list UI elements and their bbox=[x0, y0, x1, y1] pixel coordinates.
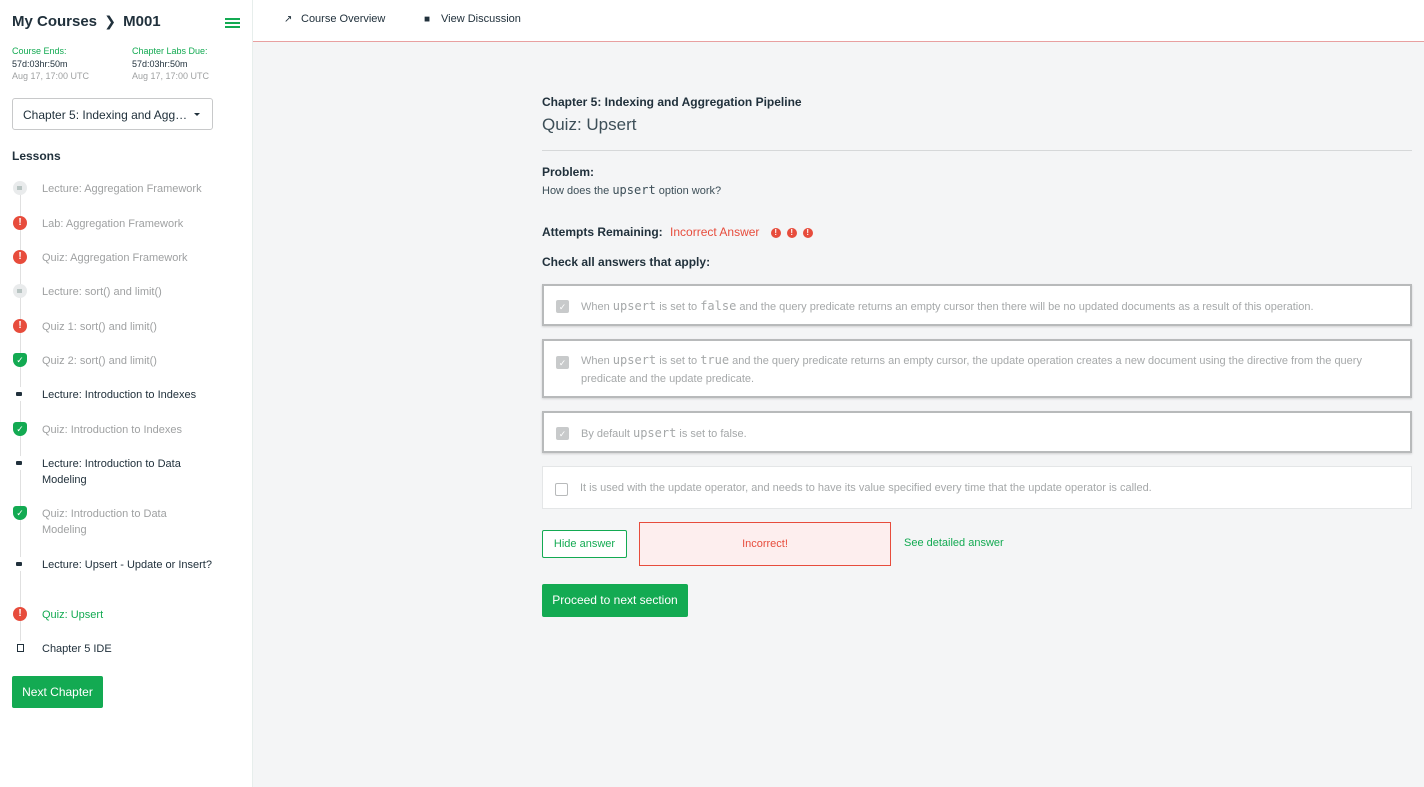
lesson-label: Lecture: sort() and limit() bbox=[42, 286, 162, 298]
answer-text-part: By default bbox=[581, 428, 633, 440]
check-all-instruction: Check all answers that apply: bbox=[542, 255, 711, 269]
answer-option[interactable]: ✓ When upsert is set to true and the quer… bbox=[542, 339, 1412, 398]
lesson-label: Quiz 2: sort() and limit() bbox=[42, 355, 157, 367]
problem-text-post: option work? bbox=[655, 185, 722, 197]
answer-code: upsert bbox=[612, 299, 657, 313]
checkbox[interactable] bbox=[555, 483, 568, 496]
course-ends-date: Aug 17, 17:00 UTC bbox=[12, 71, 90, 81]
labs-due-countdown: 57d:03hr:50m bbox=[132, 59, 188, 69]
chat-bubble-icon: ■ bbox=[424, 14, 431, 25]
course-ends-countdown: 57d:03hr:50m bbox=[12, 59, 68, 69]
answer-option[interactable]: It is used with the update operator, and… bbox=[542, 466, 1412, 509]
attempts-label: Attempts Remaining: bbox=[542, 225, 663, 239]
ide-icon bbox=[13, 641, 27, 655]
lesson-label: Quiz: Introduction to Data Modeling bbox=[42, 508, 167, 536]
answer-text-part: is set to false. bbox=[676, 428, 747, 440]
lesson-label: Lecture: Introduction to Data Modeling bbox=[42, 458, 181, 486]
collapse-menu-icon[interactable] bbox=[225, 16, 240, 30]
answer-text: It is used with the update operator, and… bbox=[580, 479, 1393, 497]
incorrect-alert: Incorrect! bbox=[639, 522, 891, 566]
see-detailed-answer-link[interactable]: See detailed answer bbox=[904, 537, 1004, 549]
lesson-label: Quiz: Aggregation Framework bbox=[42, 252, 188, 264]
video-icon bbox=[13, 387, 27, 401]
chevron-right-icon: ❯ bbox=[104, 13, 116, 29]
course-overview-label: Course Overview bbox=[301, 13, 386, 25]
video-icon bbox=[13, 456, 27, 470]
next-chapter-button[interactable]: Next Chapter bbox=[12, 676, 103, 708]
checkbox-checked[interactable]: ✓ bbox=[556, 300, 569, 313]
lesson-label: Lab: Aggregation Framework bbox=[42, 218, 184, 230]
answer-code: true bbox=[700, 353, 730, 367]
answer-option[interactable]: ✓ By default upsert is set to false. bbox=[542, 411, 1412, 453]
trend-chart-icon: ↗ bbox=[284, 14, 293, 25]
answer-text: When upsert is set to false and the quer… bbox=[581, 297, 1392, 316]
error-icon: ! bbox=[13, 607, 27, 621]
chapter-select-value: Chapter 5: Indexing and Aggregation Pipe… bbox=[23, 107, 188, 122]
caret-down-icon bbox=[194, 113, 200, 116]
error-icon: ! bbox=[802, 227, 813, 238]
proceed-button[interactable]: Proceed to next section bbox=[542, 584, 688, 617]
divider bbox=[542, 150, 1412, 151]
lesson-label: Quiz: Introduction to Indexes bbox=[42, 424, 183, 436]
course-ends-label: Course Ends: bbox=[12, 46, 67, 56]
problem-text: How does the upsert option work? bbox=[542, 183, 721, 197]
answer-code: upsert bbox=[612, 353, 657, 367]
lesson-label: Chapter 5 IDE bbox=[42, 643, 112, 655]
course-overview-link[interactable]: ↗ Course Overview bbox=[284, 13, 385, 25]
chapter-title: Chapter 5: Indexing and Aggregation Pipe… bbox=[542, 95, 802, 109]
answer-code: false bbox=[700, 299, 737, 313]
lesson-label: Quiz: Upsert bbox=[42, 609, 104, 621]
lesson-label: Lecture: Introduction to Indexes bbox=[42, 389, 197, 401]
video-icon bbox=[13, 284, 27, 298]
top-nav: ↗ Course Overview ■ View Discussion bbox=[253, 0, 1424, 42]
breadcrumb: My Courses ❯ M001 bbox=[12, 13, 161, 30]
answer-text-part: When bbox=[581, 355, 613, 367]
check-shield-icon: ✓ bbox=[13, 506, 27, 520]
attempts-remaining: Attempts Remaining: Incorrect Answer !!! bbox=[542, 225, 813, 239]
labs-due-date: Aug 17, 17:00 UTC bbox=[132, 71, 210, 81]
answer-text: When upsert is set to true and the query… bbox=[581, 351, 1392, 388]
answer-text-part: and the query predicate returns an empty… bbox=[736, 301, 1314, 313]
check-shield-icon: ✓ bbox=[13, 353, 27, 367]
checkbox-checked[interactable]: ✓ bbox=[556, 427, 569, 440]
error-icon: ! bbox=[770, 227, 781, 238]
answer-text: By default upsert is set to false. bbox=[581, 424, 1392, 443]
error-icon: ! bbox=[13, 319, 27, 333]
page-title: Quiz: Upsert bbox=[542, 115, 637, 134]
answer-text-part: is set to bbox=[656, 301, 701, 313]
video-icon bbox=[13, 557, 27, 571]
answer-text-part: is set to bbox=[656, 355, 701, 367]
sidebar: My Courses ❯ M001 Course Ends: 57d:03hr:… bbox=[0, 0, 253, 787]
error-icon: ! bbox=[13, 216, 27, 230]
checkbox-checked[interactable]: ✓ bbox=[556, 356, 569, 369]
error-icon: ! bbox=[786, 227, 797, 238]
lesson-label: Quiz 1: sort() and limit() bbox=[42, 321, 157, 333]
answer-text-part: When bbox=[581, 301, 613, 313]
attempts-status: Incorrect Answer bbox=[670, 225, 760, 239]
labs-due-label: Chapter Labs Due: bbox=[132, 46, 208, 56]
breadcrumb-my-courses[interactable]: My Courses bbox=[12, 13, 97, 30]
hide-answer-button[interactable]: Hide answer bbox=[542, 530, 627, 558]
lesson-label: Lecture: Upsert - Update or Insert? bbox=[42, 559, 212, 571]
breadcrumb-course-code: M001 bbox=[123, 13, 161, 30]
check-shield-icon: ✓ bbox=[13, 422, 27, 436]
labs-due: Chapter Labs Due: 57d:03hr:50m Aug 17, 1… bbox=[132, 46, 209, 81]
lessons-title: Lessons bbox=[12, 149, 61, 163]
lesson-label: Lecture: Aggregation Framework bbox=[42, 183, 202, 195]
video-icon bbox=[13, 181, 27, 195]
error-icon: ! bbox=[13, 250, 27, 264]
answer-option[interactable]: ✓ When upsert is set to false and the que… bbox=[542, 284, 1412, 326]
problem-text-pre: How does the bbox=[542, 185, 613, 197]
answer-text-part: It is used with the update operator, and… bbox=[580, 482, 1152, 494]
problem-code: upsert bbox=[612, 183, 656, 197]
course-ends: Course Ends: 57d:03hr:50m Aug 17, 17:00 … bbox=[12, 46, 89, 81]
view-discussion-link[interactable]: ■ View Discussion bbox=[424, 13, 521, 25]
view-discussion-label: View Discussion bbox=[441, 13, 521, 25]
problem-label: Problem: bbox=[542, 165, 595, 179]
chapter-select[interactable]: Chapter 5: Indexing and Aggregation Pipe… bbox=[12, 98, 213, 130]
answer-code: upsert bbox=[632, 426, 677, 440]
